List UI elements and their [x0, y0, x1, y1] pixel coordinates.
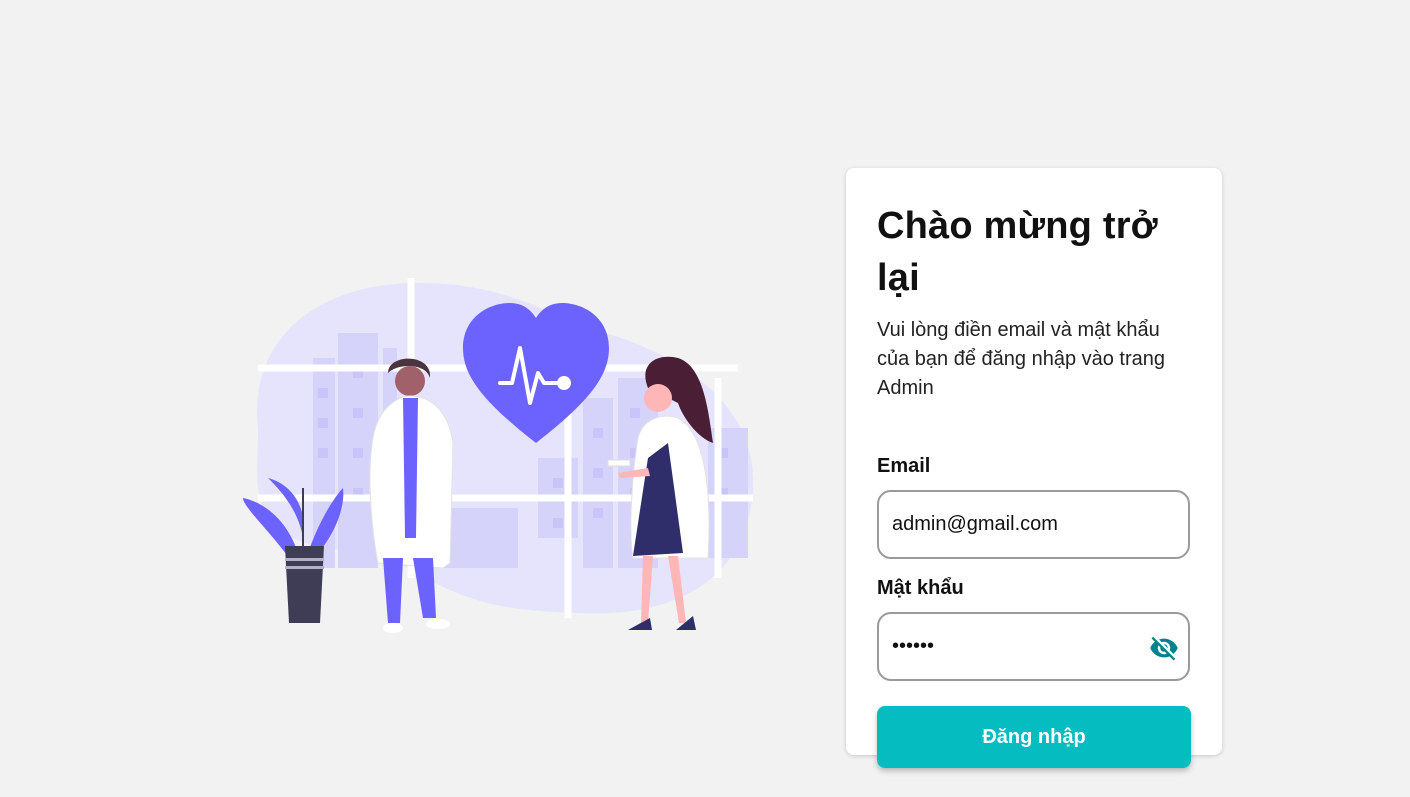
- doctors-heart-illustration: [238, 278, 758, 643]
- login-title: Chào mừng trở lại: [877, 205, 1158, 299]
- login-subtitle: Vui lòng điền email và mật khẩu của bạn …: [877, 319, 1166, 399]
- email-label: Email: [877, 455, 931, 477]
- password-field-wrapper: [877, 612, 1190, 681]
- password-input[interactable]: [879, 614, 1188, 679]
- password-label: Mật khẩu: [877, 577, 964, 599]
- eye-off-icon[interactable]: [1149, 633, 1179, 663]
- login-button[interactable]: Đăng nhập: [877, 706, 1191, 768]
- login-page: Chào mừng trở lại Vui lòng điền email và…: [0, 0, 1410, 797]
- email-field-wrapper: [877, 490, 1190, 559]
- login-card: Chào mừng trở lại Vui lòng điền email và…: [846, 168, 1222, 768]
- email-input[interactable]: [879, 492, 1188, 557]
